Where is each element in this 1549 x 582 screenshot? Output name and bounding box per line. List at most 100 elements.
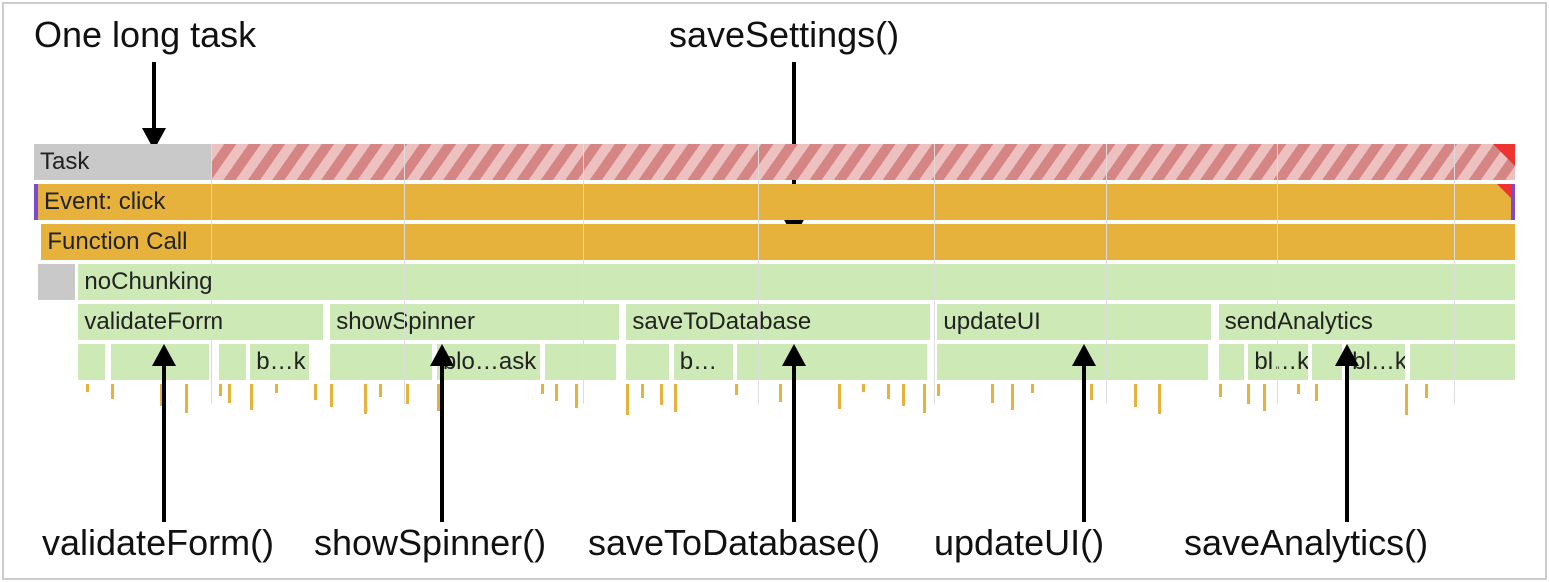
bar-label: b… — [680, 348, 717, 376]
tick — [1031, 384, 1034, 393]
ticks-strip — [34, 384, 1515, 424]
tick — [735, 384, 738, 395]
tick — [626, 384, 629, 415]
bar-leaf: b…k — [250, 344, 309, 380]
tick — [1346, 384, 1349, 408]
warning-triangle-icon — [1493, 144, 1515, 166]
bar-leaf — [111, 344, 209, 380]
tick — [250, 384, 253, 410]
bar-send-analytics: sendAnalytics — [1219, 304, 1515, 340]
tick — [160, 384, 163, 406]
tick — [1315, 384, 1318, 401]
tick — [1263, 384, 1266, 411]
arrow-down-icon — [124, 62, 184, 152]
bar-no-chunking: noChunking — [78, 264, 1515, 300]
bar-gray-prefix — [38, 264, 75, 300]
tick — [555, 384, 558, 401]
tick — [923, 384, 926, 413]
bar-update-ui: updateUI — [937, 304, 1211, 340]
tick — [541, 384, 544, 394]
bar-leaf — [330, 344, 432, 380]
tick — [779, 384, 782, 402]
diagram-frame: One long task saveSettings() Task Event:… — [2, 2, 1547, 580]
bar-leaf: bl…k — [1346, 344, 1405, 380]
bar-leaf — [545, 344, 616, 380]
bar-label: blo…ask — [443, 348, 536, 376]
tick — [660, 384, 663, 405]
tick — [86, 384, 89, 392]
bar-event-click: Event: click — [34, 184, 1515, 220]
bar-task-gray: Task — [34, 144, 212, 180]
bar-label: Function Call — [47, 228, 187, 256]
tick — [1219, 384, 1222, 397]
tick — [1090, 384, 1093, 400]
tick — [1134, 384, 1137, 407]
tick — [937, 384, 940, 396]
tick — [314, 384, 317, 400]
annotation-show-spinner: showSpinner() — [314, 522, 546, 564]
bar-leaf: b… — [674, 344, 733, 380]
tick — [641, 384, 644, 398]
row-children: validateForm showSpinner saveToDatabase … — [34, 304, 1515, 340]
warning-triangle-icon — [1497, 184, 1511, 198]
tick — [330, 384, 333, 407]
bar-label: bl…k — [1254, 348, 1307, 376]
bar-label: b…k — [256, 348, 305, 376]
bar-function-call: Function Call — [41, 224, 1515, 260]
row-event-click: Event: click — [34, 184, 1515, 220]
bar-validate-form: validateForm — [78, 304, 322, 340]
tick — [991, 384, 994, 403]
tick — [575, 384, 578, 408]
row-function-call: Function Call — [34, 224, 1515, 260]
bar-leaf — [737, 344, 927, 380]
bar-leaf: blo…ask — [437, 344, 541, 380]
bar-leaf — [78, 344, 105, 380]
annotation-save-to-database: saveToDatabase() — [588, 522, 880, 564]
bar-label: saveToDatabase — [632, 308, 811, 336]
tick — [838, 384, 841, 409]
bar-leaf — [937, 344, 1208, 380]
row-leaves: b…k blo…ask b… bl…k bl…k — [34, 344, 1515, 380]
bar-label: noChunking — [84, 268, 212, 296]
bar-leaf — [219, 344, 246, 380]
bar-leaf: bl…k — [1248, 344, 1307, 380]
tick — [862, 384, 865, 392]
tick — [379, 384, 382, 397]
bar-leaf — [1410, 344, 1515, 380]
tick — [1247, 384, 1250, 404]
annotation-one-long-task: One long task — [34, 14, 256, 56]
bar-leaf — [1219, 344, 1244, 380]
tick — [185, 384, 188, 413]
bar-task-striped — [212, 144, 1515, 180]
bar-label: updateUI — [943, 308, 1040, 336]
bar-label: showSpinner — [336, 308, 475, 336]
bar-leaf — [1312, 344, 1342, 380]
tick — [887, 384, 890, 399]
annotation-update-ui: updateUI() — [934, 522, 1104, 564]
tick — [437, 384, 440, 411]
tick — [406, 384, 409, 404]
tick — [111, 384, 114, 399]
bar-show-spinner: showSpinner — [330, 304, 619, 340]
tick — [275, 384, 278, 393]
bar-label: bl…k — [1352, 348, 1405, 376]
tick — [228, 384, 231, 403]
tick — [1405, 384, 1408, 415]
tick — [364, 384, 367, 414]
bar-label: sendAnalytics — [1225, 308, 1373, 336]
bar-label: Event: click — [44, 188, 165, 216]
bar-leaf — [626, 344, 669, 380]
flame-chart: Task Event: click Function Call noChunki… — [34, 144, 1515, 424]
row-no-chunking: noChunking — [34, 264, 1515, 300]
tick — [1425, 384, 1428, 398]
row-task: Task — [34, 144, 1515, 180]
annotation-save-settings: saveSettings() — [669, 14, 899, 56]
bar-save-to-database: saveToDatabase — [626, 304, 930, 340]
bar-label: Task — [40, 148, 89, 176]
tick — [1158, 384, 1161, 414]
annotation-save-analytics: saveAnalytics() — [1184, 522, 1428, 564]
tick — [1011, 384, 1014, 410]
annotation-validate-form: validateForm() — [42, 522, 274, 564]
tick — [674, 384, 677, 412]
tick — [902, 384, 905, 406]
